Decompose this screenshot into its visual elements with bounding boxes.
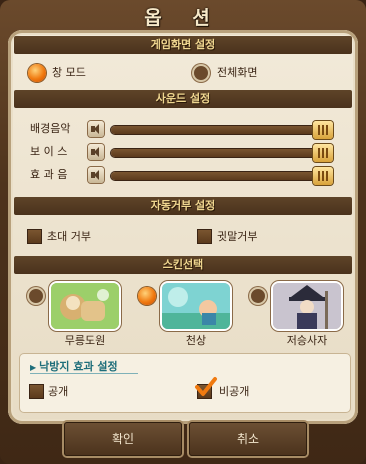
skin-label-3: 저승사자 [286, 334, 328, 347]
window-mode-label[interactable]: 창 모드 [52, 64, 86, 82]
skin-radio-2[interactable] [138, 287, 156, 305]
ok-button[interactable]: 확인 [64, 422, 182, 456]
public-label[interactable]: 공개 [48, 383, 68, 401]
skin-radio-1[interactable] [27, 287, 45, 305]
skin-thumbnail-3[interactable] [273, 283, 341, 329]
effect-settings-panel: 낙방지 효과 설정 [20, 354, 350, 412]
cancel-button[interactable]: 취소 [189, 422, 307, 456]
effect-slider-track[interactable] [111, 172, 331, 180]
voice-slider-thumb[interactable] [313, 144, 333, 162]
voice-slider-track[interactable] [111, 149, 331, 157]
effect-label: 효 과 음 [30, 168, 68, 181]
window-title: 옵 션 [144, 7, 222, 29]
voice-label: 보 이 스 [30, 145, 68, 158]
invite-reject-label[interactable]: 초대 거부 [47, 228, 91, 246]
skin-1-illustration-icon [51, 283, 119, 329]
public-checkbox[interactable] [30, 385, 43, 398]
whisper-reject-label[interactable]: 귓말거부 [217, 228, 257, 246]
skin-3-illustration-icon [273, 283, 341, 329]
fullscreen-label[interactable]: 전체화면 [217, 64, 257, 82]
invite-reject-checkbox[interactable] [28, 230, 41, 243]
speaker-icon[interactable] [88, 121, 104, 137]
effect-slider-thumb[interactable] [313, 167, 333, 185]
bgm-slider-track[interactable] [111, 126, 331, 134]
skin-radio-3[interactable] [249, 287, 267, 305]
skin-thumbnail-2[interactable] [162, 283, 230, 329]
private-label[interactable]: 비공개 [219, 383, 249, 401]
section-display-header: 게임화면 설정 [14, 36, 352, 54]
bgm-label: 배경음악 [30, 122, 71, 135]
section-skin-header: 스킨선택 [14, 256, 352, 274]
checkmark-icon [195, 377, 217, 396]
skin-thumbnail-1[interactable] [51, 283, 119, 329]
skin-label-1: 무릉도원 [64, 334, 106, 347]
section-auto-reject-header: 자동거부 설정 [14, 197, 352, 215]
skin-2-illustration-icon [162, 283, 230, 329]
fullscreen-radio[interactable] [192, 64, 210, 82]
effect-settings-header: 낙방지 효과 설정 [30, 358, 118, 373]
section-sound-header: 사운드 설정 [14, 90, 352, 108]
whisper-reject-checkbox[interactable] [198, 230, 211, 243]
skin-label-2: 천상 [185, 334, 207, 347]
bgm-slider-thumb[interactable] [313, 121, 333, 139]
window-mode-radio[interactable] [28, 64, 46, 82]
header-divider [30, 373, 138, 374]
speaker-icon[interactable] [88, 167, 104, 183]
speaker-icon[interactable] [88, 144, 104, 160]
